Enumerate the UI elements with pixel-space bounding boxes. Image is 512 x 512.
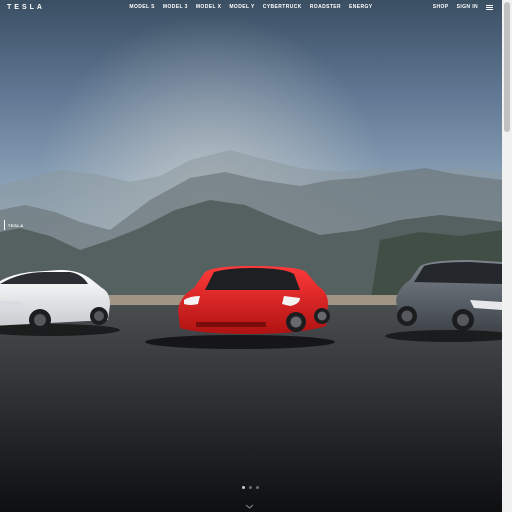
shop-link[interactable]: SHOP bbox=[433, 4, 449, 10]
hero-section: TESLA MODEL S MODEL 3 MODEL X MODEL Y CY… bbox=[0, 0, 502, 512]
side-indicator: TESLA bbox=[4, 220, 24, 230]
nav-item-model-3[interactable]: MODEL 3 bbox=[163, 4, 188, 10]
nav-item-roadster[interactable]: ROADSTER bbox=[310, 4, 341, 10]
carousel-dot-1[interactable] bbox=[242, 486, 245, 489]
nav-right: SHOP SIGN IN bbox=[433, 0, 493, 14]
hero-scene bbox=[0, 0, 502, 512]
carousel-dot-3[interactable] bbox=[256, 486, 259, 489]
nav-item-model-y[interactable]: MODEL Y bbox=[229, 4, 254, 10]
carousel-dot-2[interactable] bbox=[249, 486, 252, 489]
carousel-dots bbox=[242, 486, 259, 489]
side-indicator-bar bbox=[4, 220, 5, 230]
top-navigation: TESLA MODEL S MODEL 3 MODEL X MODEL Y CY… bbox=[0, 0, 502, 16]
nav-item-cybertruck[interactable]: CYBERTRUCK bbox=[263, 4, 302, 10]
menu-icon[interactable] bbox=[486, 4, 493, 10]
nav-item-model-s[interactable]: MODEL S bbox=[129, 4, 155, 10]
sign-in-link[interactable]: SIGN IN bbox=[457, 4, 478, 10]
scrollbar-thumb[interactable] bbox=[504, 2, 510, 132]
chevron-down-icon[interactable] bbox=[245, 503, 254, 510]
main-nav: MODEL S MODEL 3 MODEL X MODEL Y CYBERTRU… bbox=[0, 0, 502, 14]
page-scrollbar[interactable] bbox=[502, 0, 512, 512]
side-indicator-label: TESLA bbox=[8, 222, 24, 228]
nav-item-energy[interactable]: ENERGY bbox=[349, 4, 373, 10]
nav-item-model-x[interactable]: MODEL X bbox=[196, 4, 222, 10]
